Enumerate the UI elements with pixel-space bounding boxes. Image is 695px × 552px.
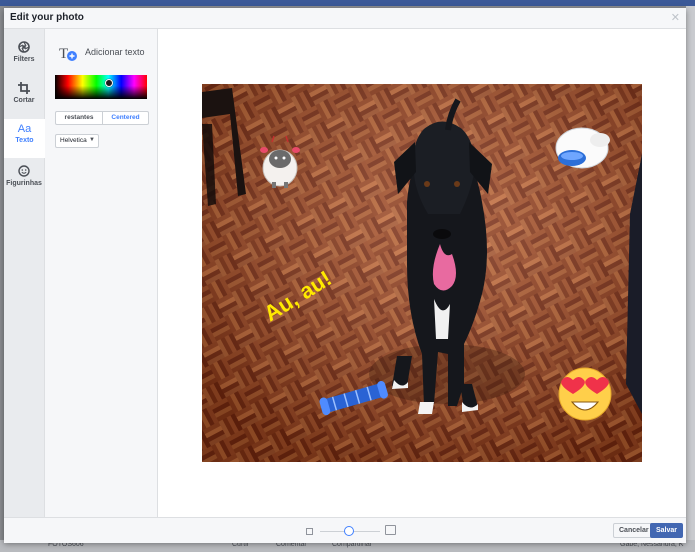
close-icon[interactable]: ✕ — [671, 11, 680, 24]
rail-item-stickers[interactable]: Figurinhas — [4, 165, 44, 187]
text-panel: T Adicionar texto restantes Centered Hel… — [45, 29, 158, 517]
rail-item-label: Cortar — [13, 97, 35, 104]
dialog-title: Edit your photo — [10, 12, 84, 23]
background-page-header — [0, 0, 695, 6]
add-text-icon: T — [59, 46, 77, 62]
save-button[interactable]: Salvar — [650, 523, 684, 538]
rail-item-filters[interactable]: Filters — [4, 41, 44, 63]
crop-icon — [4, 82, 44, 96]
rail-item-label: Filters — [13, 56, 35, 63]
text-align-toggle: restantes Centered — [55, 111, 149, 125]
text-icon: Aa — [17, 123, 32, 135]
font-select-value: Helvetica — [60, 137, 87, 144]
rail-item-crop[interactable]: Cortar — [4, 82, 44, 104]
edited-photo[interactable]: Au, au! — [202, 84, 642, 462]
aperture-icon — [4, 41, 44, 55]
dialog-footer: Cancelar Salvar — [4, 517, 686, 543]
align-option-left[interactable]: restantes — [56, 112, 103, 124]
zoom-out-icon[interactable] — [306, 528, 313, 535]
tool-rail: Filters Cortar Aa Texto Figurinhas — [4, 29, 45, 517]
smiley-icon — [4, 165, 44, 179]
photo-canvas: Au, au! — [158, 29, 686, 517]
rail-item-label: Texto — [15, 137, 34, 144]
photo-image: Au, au! — [202, 84, 642, 462]
color-picker[interactable] — [55, 75, 147, 99]
chevron-down-icon: ▼ — [89, 137, 95, 143]
svg-text:T: T — [59, 46, 68, 62]
zoom-in-icon[interactable] — [385, 525, 396, 535]
rail-item-label: Figurinhas — [6, 180, 42, 187]
edit-photo-dialog: Edit your photo ✕ Filters Cortar Aa Text… — [4, 8, 686, 543]
color-picker-knob[interactable] — [105, 79, 113, 87]
background-page-sidebar — [686, 6, 695, 552]
dialog-titlebar: Edit your photo ✕ — [4, 8, 686, 29]
font-select[interactable]: Helvetica ▼ — [55, 134, 99, 148]
zoom-slider-handle[interactable] — [344, 526, 354, 536]
cancel-button[interactable]: Cancelar — [613, 523, 655, 538]
rail-item-text[interactable]: Aa Texto — [4, 119, 45, 158]
add-text-label: Adicionar texto — [85, 47, 145, 57]
align-option-centered[interactable]: Centered — [103, 112, 148, 124]
heart-eyes-emoji — [558, 367, 612, 421]
